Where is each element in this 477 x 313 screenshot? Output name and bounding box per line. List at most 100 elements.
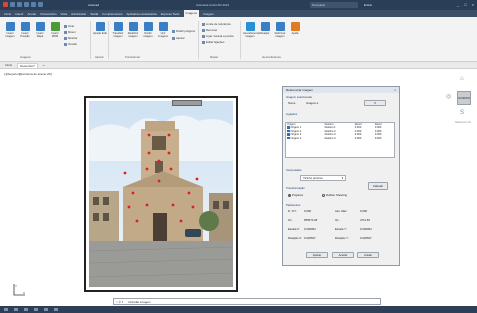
- merge-images-button[interactable]: Unir imagens: [156, 22, 170, 38]
- maximize-button[interactable]: □: [464, 2, 466, 7]
- checkbox-icon[interactable]: [287, 129, 290, 133]
- param-label: D. X/Y:: [288, 209, 297, 213]
- checkbox-icon[interactable]: [287, 126, 290, 129]
- new-tab-button[interactable]: +: [41, 63, 47, 67]
- panel-label-transform: Transformar: [125, 55, 141, 59]
- sign-in-link[interactable]: Entrar: [364, 3, 372, 7]
- ortho-icon[interactable]: [34, 308, 38, 311]
- show-button[interactable]: Mostrar: [64, 36, 77, 40]
- transform-option-projective[interactable]: Projetiva: [288, 193, 303, 197]
- edit-links-button[interactable]: Editar ligações: [202, 40, 224, 44]
- redefine-image-button[interactable]: Redefinir imagem: [126, 22, 140, 38]
- checkbox-icon[interactable]: [287, 136, 290, 140]
- link-points-button[interactable]: Ligar manual a pontos: [202, 34, 234, 38]
- open-file-icon[interactable]: [17, 2, 22, 7]
- ribbon-tab-parametric[interactable]: Paramétrico: [40, 12, 56, 16]
- ribbon-tab-home[interactable]: Início: [4, 12, 11, 16]
- enhance-button[interactable]: Realçar: [258, 22, 272, 35]
- close-icon[interactable]: ×: [116, 300, 118, 304]
- panel-label-raster: Raster: [210, 55, 219, 59]
- raster-image-frame[interactable]: [84, 96, 238, 292]
- orbit-icon[interactable]: ◎: [446, 93, 451, 100]
- insert-position-button[interactable]: Inserir Posição: [18, 22, 32, 38]
- new-file-icon[interactable]: [10, 2, 15, 7]
- viewport-controls[interactable]: [-][Superior][Estrutura de arame 2D]: [4, 72, 52, 76]
- pan-icon[interactable]: ⌂: [460, 76, 464, 82]
- ribbon-tab-annotate[interactable]: Anotar: [28, 12, 37, 16]
- param-label: Escala X:: [288, 227, 300, 231]
- transform-option-rubber[interactable]: Rubber Sheeting: [322, 193, 347, 197]
- ribbon-tab-images[interactable]: Imagens: [183, 10, 200, 17]
- help-button[interactable]: Ajuda: [288, 22, 302, 35]
- snap-icon[interactable]: [24, 308, 28, 311]
- wcs-menu[interactable]: Sistema UC: [455, 120, 471, 124]
- param-value: 0.000094: [360, 227, 372, 231]
- osnap-icon[interactable]: [54, 308, 58, 311]
- minimize-button[interactable]: _: [457, 2, 459, 7]
- hide-icon: [64, 42, 67, 46]
- file-tab-start[interactable]: Início: [3, 63, 14, 67]
- ribbon-tab-addins[interactable]: Complementos: [102, 12, 122, 16]
- move-button[interactable]: Mover: [64, 30, 76, 34]
- polar-icon[interactable]: [44, 308, 48, 311]
- cell-origin-text: Origem 3: [290, 133, 302, 137]
- grid-icon[interactable]: [14, 308, 18, 311]
- apply-button[interactable]: Aplicar: [306, 252, 328, 258]
- close-button[interactable]: ×: [472, 2, 474, 7]
- model-space-icon[interactable]: [4, 308, 8, 311]
- insert-wms-button[interactable]: Inserir WMS: [48, 22, 62, 38]
- accept-button[interactable]: Aceitar: [332, 252, 354, 258]
- hide-button[interactable]: Ocultar: [64, 42, 77, 46]
- select-image-button[interactable]: ▾: [364, 100, 386, 106]
- fit-button[interactable]: Ajustar: [172, 36, 185, 40]
- split-polygon-button[interactable]: Dividir poligono: [172, 29, 195, 33]
- interpolation-heading: Interpolação: [286, 168, 302, 172]
- insert-image-button[interactable]: Inserir imagem: [3, 22, 17, 38]
- chevron-down-icon[interactable]: ▾: [122, 300, 124, 304]
- save-icon[interactable]: [24, 2, 29, 7]
- compass-icon[interactable]: S: [460, 110, 464, 116]
- viewcube[interactable]: SUPERIOR: [457, 91, 471, 105]
- quick-access-toolbar[interactable]: [3, 2, 43, 7]
- adjust-display-button[interactable]: Ajustar Exib: [93, 22, 107, 35]
- redo-icon[interactable]: [38, 2, 43, 7]
- image-grip-handle[interactable]: [172, 100, 202, 106]
- cancel-button[interactable]: Anular: [357, 252, 379, 258]
- drawing-canvas[interactable]: [0, 69, 477, 298]
- interpolation-select[interactable]: Vizinho próximo ▾: [300, 175, 346, 181]
- undo-icon[interactable]: [31, 2, 36, 7]
- calculate-button[interactable]: Calcular: [368, 182, 388, 190]
- transfer-image-button[interactable]: Transferir imagem: [111, 22, 125, 38]
- ribbon-tab-insert[interactable]: Inserir: [15, 12, 23, 16]
- param-value: 955570.28: [304, 218, 318, 222]
- panel-label-adjust: Ajustar: [95, 55, 104, 59]
- cell-origin: Origem 4: [286, 137, 324, 141]
- split-image-button[interactable]: Dividir imagem: [141, 22, 155, 38]
- help-search-input[interactable]: Pesquisar: [310, 2, 358, 8]
- remove-button[interactable]: Remover: [202, 28, 217, 32]
- ribbon-tab-image[interactable]: Imagem: [203, 12, 214, 16]
- checkbox-icon[interactable]: [287, 133, 290, 136]
- edit-links-icon: [202, 40, 205, 44]
- app-menu-icon[interactable]: [3, 2, 8, 7]
- ribbon-tab-output[interactable]: Saída: [90, 12, 98, 16]
- ribbon-tab-featured-apps[interactable]: Aplicativos destacados: [126, 12, 157, 16]
- table-row[interactable]: Origem 4 Destino 4 0.000 0.000: [286, 137, 394, 141]
- param-label: Rotação Y:: [335, 236, 349, 240]
- rotate-button[interactable]: Girar: [64, 24, 74, 28]
- search-icon[interactable]: ⚲: [119, 300, 121, 304]
- command-line-input[interactable]: × ⚲ ▾ Inclusão imagem: [113, 298, 381, 305]
- dialog-close-icon[interactable]: ×: [394, 87, 396, 93]
- reference-limit-button[interactable]: Limite de referência: [202, 22, 231, 26]
- ribbon-tab-manage[interactable]: Administrar: [71, 12, 86, 16]
- param-value: 0.000537: [304, 236, 316, 240]
- georeference-image-button[interactable]: Georeferenciar imagem: [243, 22, 260, 38]
- insert-map-button[interactable]: Inserir Mapa: [33, 22, 47, 38]
- dialog-title-bar: Referenciar imagem ×: [283, 87, 399, 93]
- ribbon-tab-express-tools[interactable]: Express Tools: [161, 12, 180, 16]
- warp-image-button[interactable]: Deformar imagem: [273, 22, 287, 38]
- file-tab-drawing[interactable]: Desenho1*: [17, 62, 39, 68]
- ribbon-tab-view[interactable]: Vista: [61, 12, 68, 16]
- links-table[interactable]: Origem Destino Resid Resid Origem 1 Dest…: [285, 122, 395, 158]
- ribbon-panel: Inserir imagem Inserir Posição Inserir M…: [0, 17, 477, 62]
